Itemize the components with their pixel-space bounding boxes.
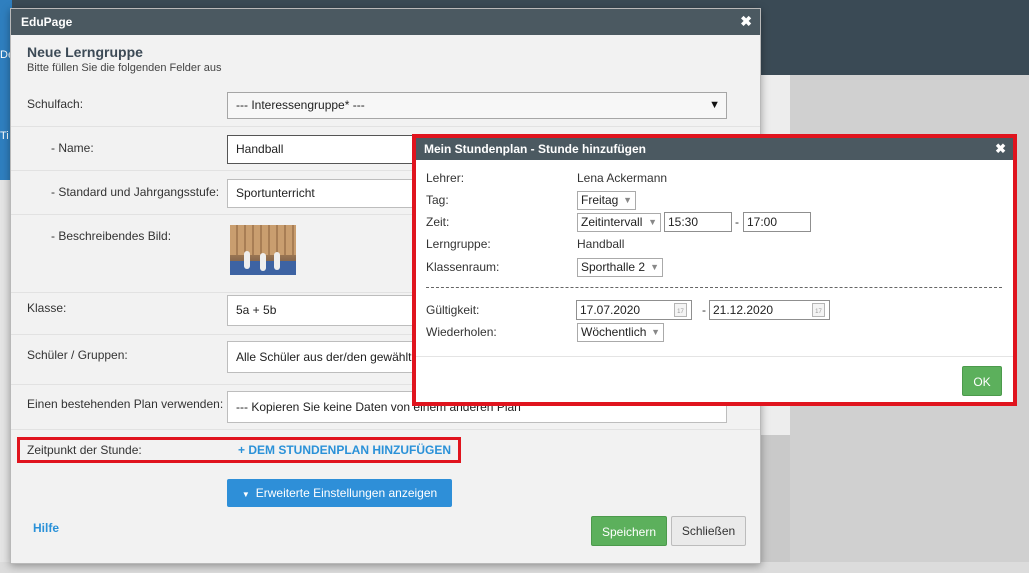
chevron-down-icon: ▼ [623, 195, 632, 205]
bild-label: - Beschreibendes Bild: [51, 229, 172, 243]
calendar-icon[interactable]: 17 [674, 303, 687, 317]
chevron-down-icon: ▼ [709, 99, 720, 111]
dialog-subheading: Bitte füllen Sie die folgenden Felder au… [27, 62, 222, 74]
close-icon[interactable]: ✖ [740, 13, 752, 30]
calendar-icon[interactable]: 17 [812, 303, 825, 317]
form-row-schulfach: Schulfach: --- Interessengruppe* --- ▼ [11, 83, 760, 127]
klassenraum-select[interactable]: Sporthalle 2 ▼ [577, 258, 663, 277]
popup-footer-divider [416, 356, 1013, 357]
zeitpunkt-label: Zeitpunkt der Stunde: [27, 443, 142, 457]
add-lesson-popup: Mein Stundenplan - Stunde hinzufügen ✖ L… [416, 138, 1013, 402]
time-from-input[interactable]: 15:30 [664, 212, 732, 232]
image-figure [274, 252, 280, 270]
zeit-mode-value: Zeitintervall [581, 215, 643, 229]
plan-label: Einen bestehenden Plan verwenden: [27, 397, 224, 411]
repeat-select[interactable]: Wöchentlich ▼ [577, 323, 664, 342]
valid-from-input[interactable]: 17.07.2020 17 [576, 300, 692, 320]
standard-label: - Standard und Jahrgangsstufe: [51, 185, 220, 199]
tag-label: Tag: [426, 193, 449, 207]
repeat-select-value: Wöchentlich [581, 325, 647, 339]
caret-down-icon: ▼ [241, 490, 250, 499]
valid-to-value: 21.12.2020 [713, 303, 774, 317]
valid-from-value: 17.07.2020 [580, 303, 641, 317]
lerngruppe-value: Handball [577, 237, 625, 251]
zeit-mode-select[interactable]: Zeitintervall ▼ [577, 213, 661, 232]
close-icon[interactable]: ✖ [995, 141, 1006, 157]
klassenraum-value: Sporthalle 2 [581, 260, 646, 274]
klasse-label: Klasse: [27, 301, 67, 315]
group-image[interactable] [230, 225, 296, 275]
lerngruppe-label: Lerngruppe: [426, 237, 491, 251]
lehrer-label: Lehrer: [426, 171, 465, 185]
date-range-dash: - [702, 303, 706, 317]
valid-to-input[interactable]: 21.12.2020 17 [709, 300, 830, 320]
image-wall [230, 225, 296, 255]
add-to-timetable-link[interactable]: + DEM STUNDENPLAN HINZUFÜGEN [238, 443, 451, 457]
chevron-down-icon: ▼ [648, 217, 657, 227]
name-label: - Name: [51, 141, 94, 155]
schulfach-select-value: --- Interessengruppe* --- [236, 98, 365, 112]
chevron-down-icon: ▼ [651, 327, 660, 337]
tag-select[interactable]: Freitag ▼ [577, 191, 636, 210]
save-button[interactable]: Speichern [591, 516, 667, 546]
popup-titlebar: Mein Stundenplan - Stunde hinzufügen ✖ [416, 138, 1013, 160]
dialog-heading: Neue Lerngruppe [27, 44, 143, 60]
popup-title: Mein Stundenplan - Stunde hinzufügen [424, 142, 646, 156]
tag-select-value: Freitag [581, 193, 619, 207]
schulfach-label: Schulfach: [27, 97, 84, 111]
image-figure [244, 251, 250, 269]
chevron-down-icon: ▼ [650, 262, 659, 272]
dialog-title: EduPage [21, 15, 73, 29]
lehrer-value: Lena Ackermann [577, 171, 668, 185]
wiederholen-label: Wiederholen: [426, 325, 497, 339]
advanced-settings-button[interactable]: ▼ Erweiterte Einstellungen anzeigen [227, 479, 452, 507]
time-to-input[interactable]: 17:00 [743, 212, 811, 232]
dialog-header: Neue Lerngruppe Bitte füllen Sie die fol… [11, 35, 760, 83]
schulfach-select[interactable]: --- Interessengruppe* --- ▼ [227, 92, 727, 119]
background-text-fragment: Ti [0, 130, 9, 142]
popup-divider [426, 287, 1002, 288]
zeit-label: Zeit: [426, 215, 450, 229]
klassenraum-label: Klassenraum: [426, 260, 500, 274]
ok-button[interactable]: OK [962, 366, 1002, 396]
advanced-settings-label: Erweiterte Einstellungen anzeigen [255, 486, 438, 500]
time-range-dash: - [735, 215, 739, 229]
close-button[interactable]: Schließen [671, 516, 746, 546]
gueltigkeit-label: Gültigkeit: [426, 303, 480, 317]
schueler-label: Schüler / Gruppen: [27, 348, 128, 362]
dialog-titlebar: EduPage ✖ [11, 9, 760, 35]
image-figure [260, 253, 266, 271]
help-link[interactable]: Hilfe [33, 521, 59, 535]
